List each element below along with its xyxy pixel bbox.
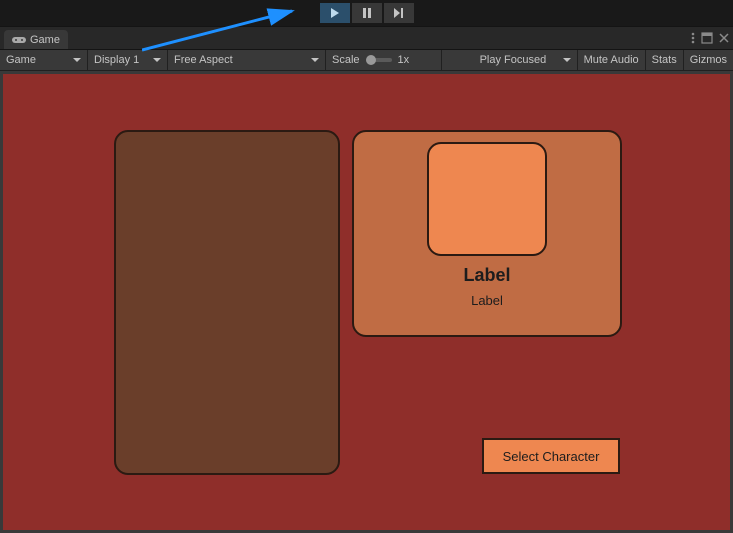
character-detail-panel: Label Label [352,130,622,337]
step-button[interactable] [384,3,414,23]
aspect-dropdown[interactable]: Free Aspect [168,50,326,70]
game-icon [12,35,26,45]
kebab-icon[interactable] [691,32,695,44]
scale-label: Scale [332,54,360,66]
pause-icon [362,8,372,18]
tab-game[interactable]: Game [4,30,68,49]
game-view: Label Label Select Character [3,74,730,530]
mute-toggle[interactable]: Mute Audio [578,50,646,70]
select-character-button[interactable]: Select Character [482,438,620,474]
mode-value: Game [6,54,36,66]
character-list-panel [114,130,340,475]
gizmos-label: Gizmos [690,54,727,66]
display-value: Display 1 [94,54,139,66]
play-button[interactable] [320,3,350,23]
mute-label: Mute Audio [584,54,639,66]
step-icon [393,8,405,18]
focus-value: Play Focused [480,54,547,66]
scale-field[interactable]: Scale 1x [326,50,442,70]
mode-dropdown[interactable]: Game [0,50,88,70]
focus-dropdown[interactable]: Play Focused [474,50,578,70]
play-icon [330,8,340,18]
game-area: Label Label Select Character [0,71,733,533]
select-character-label: Select Character [503,449,600,464]
stats-label: Stats [652,54,677,66]
pause-button[interactable] [352,3,382,23]
tab-label: Game [30,34,60,46]
aspect-value: Free Aspect [174,54,233,66]
close-icon[interactable] [719,33,729,43]
display-dropdown[interactable]: Display 1 [88,50,168,70]
character-portrait [427,142,547,256]
popout-icon[interactable] [701,32,713,44]
character-subtitle: Label [354,293,620,308]
scale-value: 1x [398,54,410,66]
gizmos-toggle[interactable]: Gizmos [684,50,733,70]
character-title: Label [354,265,620,286]
stats-toggle[interactable]: Stats [646,50,684,70]
scale-slider[interactable] [366,58,392,62]
